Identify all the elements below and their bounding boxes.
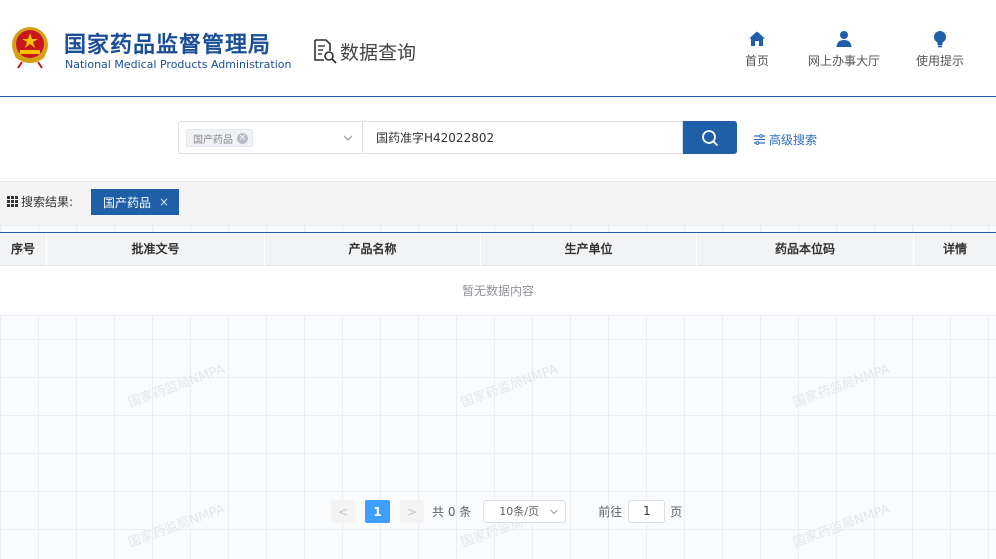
active-filter-label: 国产药品 <box>103 195 152 210</box>
nav-home[interactable]: 首页 <box>745 30 769 69</box>
column-header: 生产单位 <box>481 233 697 266</box>
org-name-en: National Medical Products Administration <box>65 58 292 71</box>
search-input[interactable] <box>362 121 683 154</box>
prev-page-button[interactable]: < <box>331 500 355 523</box>
watermark-text: 国家药监局NMPA <box>126 361 228 411</box>
lightbulb-icon <box>934 31 946 48</box>
national-emblem-icon <box>12 27 48 69</box>
empty-state: 暂无数据内容 <box>0 266 996 316</box>
org-name-cn: 国家药品监督管理局 <box>64 33 272 58</box>
category-tag: 国产药品 × <box>186 129 253 147</box>
nav-help-label: 使用提示 <box>916 54 965 68</box>
user-icon <box>836 31 852 47</box>
watermark-text: 国家药监局NMPA <box>126 501 228 551</box>
results-table: 序号 批准文号 产品名称 生产单位 药品本位码 详情 暂无数据内容 <box>0 232 996 316</box>
category-select[interactable]: 国产药品 × <box>178 121 362 154</box>
goto-page-input[interactable]: 1 <box>628 500 666 523</box>
grid-icon <box>7 196 18 207</box>
page-suffix: 页 <box>670 505 683 519</box>
goto-label: 前往 <box>598 505 623 519</box>
page-number-current[interactable]: 1 <box>365 500 390 523</box>
results-label-text: 搜索结果: <box>21 195 74 209</box>
watermark-text: 国家药监局NMPA <box>791 501 893 551</box>
page-size-select[interactable]: 10条/页 <box>483 500 567 523</box>
page-title-text: 数据查询 <box>340 41 417 64</box>
page-title: 数据查询 <box>312 36 416 66</box>
column-header: 药品本位码 <box>697 233 914 266</box>
watermark-text: 国家药监局NMPA <box>459 361 561 411</box>
results-label: 搜索结果: <box>7 193 73 210</box>
page-size-value: 10条/页 <box>499 505 539 518</box>
column-header: 详情 <box>942 242 967 256</box>
advanced-search-label: 高级搜索 <box>769 133 818 147</box>
search-bar: 国产药品 × <box>178 121 737 154</box>
document-search-icon <box>314 39 337 64</box>
active-filter-tag[interactable]: 国产药品 × <box>91 189 180 215</box>
total-count: 共 0 条 <box>432 505 472 519</box>
next-page-button[interactable]: > <box>400 500 424 523</box>
chevron-down-icon <box>550 509 559 515</box>
watermark-text: 国家药监局NMPA <box>791 361 893 411</box>
chevron-down-icon <box>343 135 353 141</box>
search-button[interactable] <box>683 121 737 154</box>
nav-office-label: 网上办事大厅 <box>808 54 881 68</box>
filter-icon <box>754 134 765 145</box>
advanced-search-link[interactable]: 高级搜索 <box>754 131 817 148</box>
close-icon[interactable]: × <box>159 195 169 209</box>
category-tag-label: 国产药品 <box>193 134 233 146</box>
nav-online-office[interactable]: 网上办事大厅 <box>808 30 880 69</box>
column-header: 批准文号 <box>47 233 265 266</box>
nav-home-label: 首页 <box>745 54 770 68</box>
results-bar: 搜索结果: 国产药品 × <box>0 181 996 225</box>
tag-clear-icon[interactable]: × <box>237 132 248 144</box>
site-header: 国家药品监督管理局 National Medical Products Admi… <box>0 0 996 97</box>
pagination: < 1 > 共 0 条 10条/页 前往 1 页 <box>331 500 682 523</box>
column-header: 序号 <box>0 233 47 266</box>
search-icon <box>702 129 719 146</box>
table-header: 序号 批准文号 产品名称 生产单位 药品本位码 详情 <box>0 232 996 266</box>
nav-usage-tips[interactable]: 使用提示 <box>916 30 964 69</box>
home-icon <box>749 31 765 46</box>
column-header: 产品名称 <box>265 233 481 266</box>
